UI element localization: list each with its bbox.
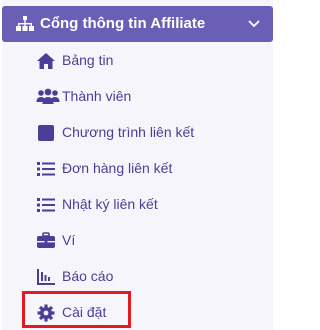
menu-item-affiliate-orders[interactable]: Đơn hàng liên kết — [36, 157, 266, 181]
menu-title: Cổng thông tin Affiliate — [40, 15, 206, 32]
menu-item-label: Bảng tin — [62, 52, 114, 68]
menu-item-label: Chương trình liên kết — [62, 124, 195, 140]
menu-item-reports[interactable]: Báo cáo — [36, 265, 266, 289]
chevron-down-icon[interactable] — [248, 19, 260, 29]
affiliate-menu-panel: Cổng thông tin Affiliate Bảng tin Thành … — [2, 0, 273, 330]
users-icon — [36, 88, 60, 104]
home-icon — [37, 53, 55, 69]
menu-item-dashboard[interactable]: Bảng tin — [36, 49, 266, 73]
menu-item-label: Nhật ký liên kết — [62, 196, 158, 212]
sitemap-icon — [16, 16, 34, 31]
menu-item-label: Báo cáo — [62, 268, 114, 284]
affiliate-menu-header[interactable]: Cổng thông tin Affiliate — [2, 6, 273, 42]
list-icon — [37, 162, 55, 176]
square-icon — [38, 125, 54, 141]
gear-icon — [37, 304, 55, 322]
menu-item-label: Thành viên — [62, 88, 132, 104]
chart-icon — [37, 269, 55, 285]
menu-item-affiliate-log[interactable]: Nhật ký liên kết — [36, 193, 266, 217]
menu-item-wallet[interactable]: Ví — [36, 229, 266, 253]
menu-item-label: Ví — [62, 232, 76, 248]
menu-item-affiliate-programs[interactable]: Chương trình liên kết — [36, 121, 266, 145]
menu-item-label: Đơn hàng liên kết — [62, 160, 173, 176]
menu-item-settings[interactable]: Cài đặt — [36, 301, 266, 325]
briefcase-icon — [37, 232, 55, 248]
menu-item-label: Cài đặt — [62, 304, 107, 320]
list-icon — [37, 198, 55, 212]
menu-item-members[interactable]: Thành viên — [36, 85, 266, 109]
